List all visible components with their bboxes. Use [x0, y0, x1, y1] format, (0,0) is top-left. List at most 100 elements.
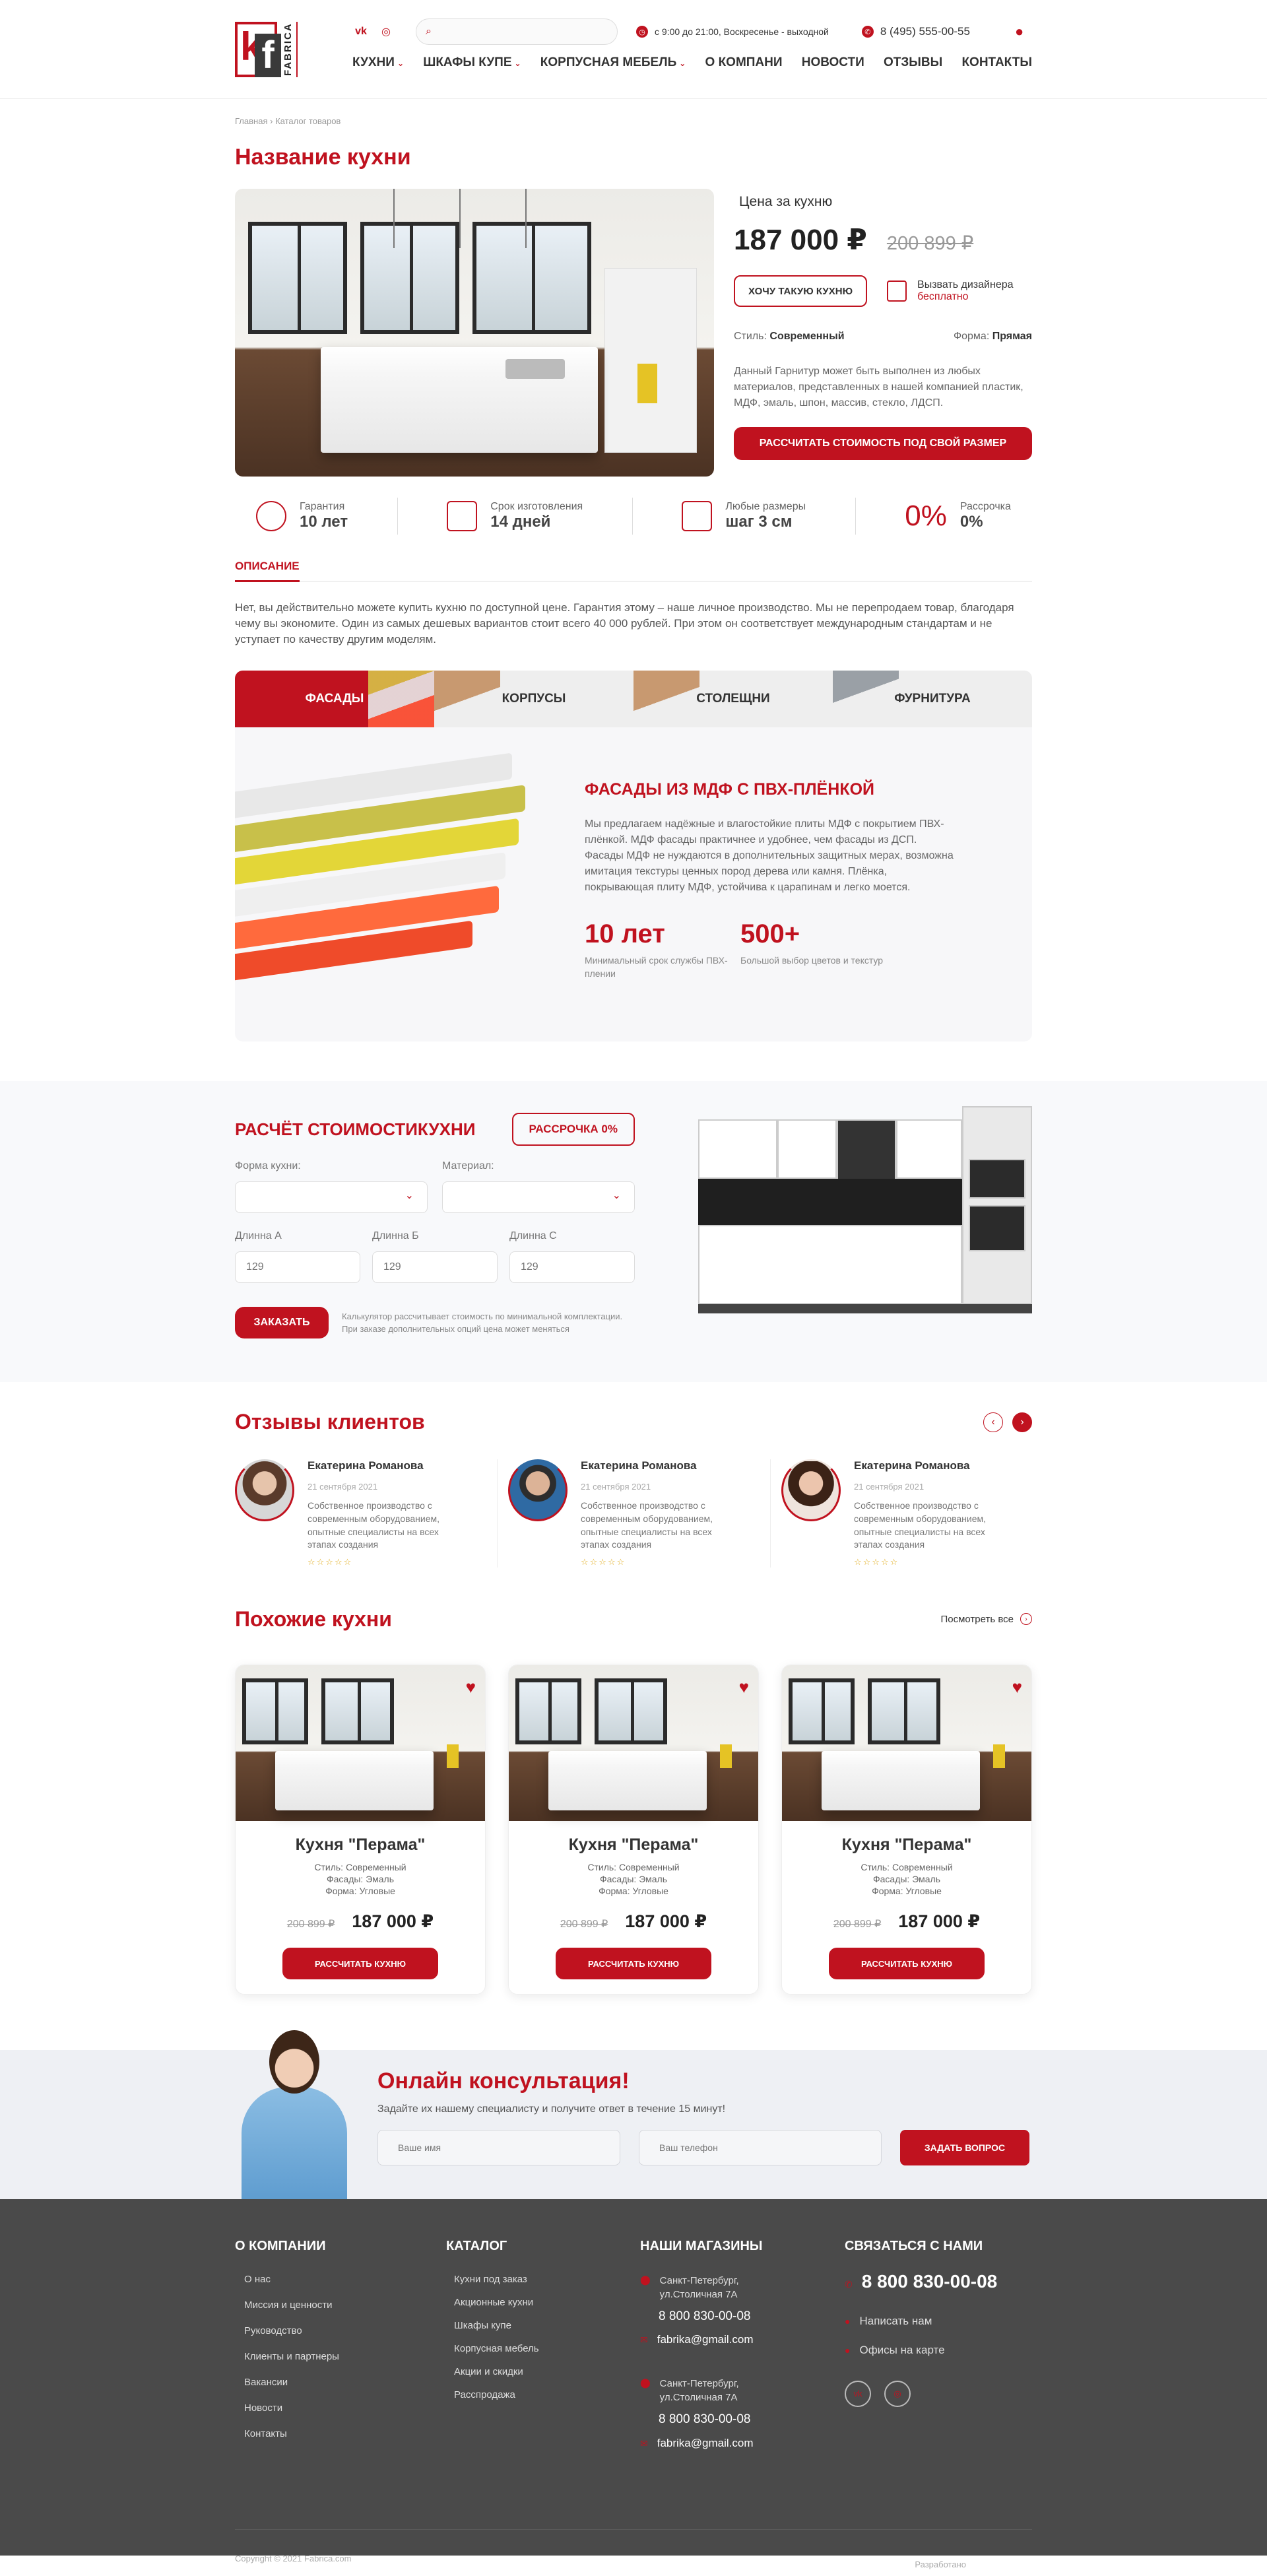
calc-kitchen-button[interactable]: РАССЧИТАТЬ КУХНЮ — [829, 1948, 985, 1980]
product-card[interactable]: ♥ Кухня "Перама" Стиль: Современный Фаса… — [781, 1664, 1032, 1995]
footer-link[interactable]: О нас — [244, 2274, 446, 2285]
instagram-icon[interactable]: ◎ — [884, 2380, 911, 2407]
contact-phone[interactable]: ✆ 8 800 830-00-08 — [845, 2271, 1032, 2292]
installment-badge[interactable]: РАССРОЧКА 0% — [511, 1113, 635, 1146]
footer-heading: НАШИ МАГАЗИНЫ — [640, 2238, 763, 2253]
store-email-text: fabrika@gmail.com — [657, 2436, 754, 2449]
nav-contacts[interactable]: КОНТАКТЫ — [961, 55, 1032, 70]
offices-map-link[interactable]: ● Офисы на карте — [845, 2344, 1032, 2357]
card-facades: Фасады: Эмаль — [326, 1873, 394, 1884]
tab-label: КОРПУСЫ — [502, 692, 566, 706]
footer-link[interactable]: Расспродажа — [454, 2389, 640, 2400]
review-body: Екатерина Романова 21 сентября 2021 Собс… — [308, 1459, 459, 1567]
write-us-link[interactable]: ● Написать нам — [845, 2315, 1032, 2328]
star-rating: ☆☆☆☆☆ — [308, 1556, 353, 1567]
footer-link[interactable]: Вакансии — [244, 2377, 446, 2388]
footer-link[interactable]: Миссия и ценности — [244, 2299, 446, 2311]
footer-link[interactable]: Клиенты и партнеры — [244, 2351, 446, 2362]
review-text: Собственное производство с современным о… — [581, 1500, 713, 1550]
footer-link[interactable]: Корпусная мебель — [454, 2343, 640, 2354]
footer-link[interactable]: Акции и скидки — [454, 2366, 640, 2377]
card-specs: Стиль: Современный Фасады: Эмаль Форма: … — [509, 1861, 758, 1898]
prev-arrow-icon[interactable]: ‹ — [983, 1412, 1003, 1432]
length-c-input[interactable] — [509, 1251, 635, 1284]
developer-credit[interactable]: Разработано kruw — [915, 2554, 1032, 2576]
product-card[interactable]: ♥ Кухня "Перама" Стиль: Современный Фаса… — [235, 1664, 486, 1995]
nav-reviews[interactable]: ОТЗЫВЫ — [884, 55, 942, 70]
feature-label: Любые размеры — [725, 501, 806, 512]
phone-input[interactable] — [639, 2129, 882, 2165]
footer-catalog: КАТАЛОГ Кухни под заказ Акционные кухни … — [446, 2239, 640, 2454]
window-shape — [321, 1678, 394, 1744]
nav-kitchens[interactable]: КУХНИ ⌄ — [352, 55, 404, 70]
next-arrow-icon[interactable]: › — [1012, 1412, 1032, 1432]
shape-select[interactable] — [235, 1181, 428, 1214]
product-info: Цена за кухню 187 000 ₽ 200 899 ₽ ХОЧУ Т… — [734, 189, 1032, 477]
store-phone[interactable]: 8 800 830-00-08 — [659, 2411, 845, 2429]
ask-question-button[interactable]: ЗАДАТЬ ВОПРОС — [900, 2129, 1029, 2165]
length-b-input[interactable] — [372, 1251, 498, 1284]
heart-icon[interactable]: ♥ — [1012, 1677, 1022, 1698]
nav-wardrobes[interactable]: ШКАФЫ КУПЕ ⌄ — [423, 55, 521, 70]
cart-icon[interactable]: ● — [1015, 23, 1032, 40]
tab-facades[interactable]: ФАСАДЫ — [235, 671, 434, 728]
consultation-subtitle: Задайте их нашему специалисту и получите… — [377, 2103, 726, 2115]
logo[interactable]: kf FABRICA — [235, 20, 321, 79]
towel-shape — [447, 1744, 459, 1768]
nav-about[interactable]: О КОМПАНИ — [705, 55, 783, 70]
want-kitchen-button[interactable]: ХОЧУ ТАКУЮ КУХНЮ — [734, 275, 868, 307]
footer-link[interactable]: Новости — [244, 2402, 446, 2414]
name-input[interactable] — [377, 2129, 620, 2165]
nav-cabinet-furniture[interactable]: КОРПУСНАЯ МЕБЕЛЬ ⌄ — [540, 55, 686, 70]
microwave-shape — [969, 1159, 1025, 1199]
location-pin-icon: ⬤ — [640, 2377, 651, 2389]
tab-label: ОПИСАНИЕ — [235, 560, 300, 582]
store-email[interactable]: ✉ fabrika@gmail.com — [640, 2435, 845, 2451]
header-phone[interactable]: ✆ 8 (495) 555-00-55 — [861, 25, 970, 38]
footer-link[interactable]: Контакты — [244, 2428, 446, 2439]
tab-carcasses[interactable]: КОРПУСЫ — [434, 671, 634, 728]
tab-hardware[interactable]: ФУРНИТУРА — [833, 671, 1032, 728]
review-author: Екатерина Романова — [854, 1459, 970, 1472]
search-box[interactable]: ⌕ — [416, 18, 618, 45]
consultation-section: Онлайн консультация! Задайте их нашему с… — [0, 2030, 1267, 2199]
call-designer-link[interactable]: Вызвать дизайнера бесплатно — [887, 279, 1014, 302]
instagram-icon[interactable]: ◎ — [377, 23, 395, 40]
reviews-header: Отзывы клиентов ‹ › — [235, 1410, 1032, 1434]
footer-link[interactable]: Шкафы купе — [454, 2320, 640, 2331]
heart-icon[interactable]: ♥ — [739, 1677, 749, 1698]
product-image[interactable] — [235, 189, 714, 477]
store-email[interactable]: ✉ fabrika@gmail.com — [640, 2332, 845, 2348]
breadcrumb-catalog[interactable]: Каталог товаров — [275, 116, 341, 126]
calculator-note: Калькулятор рассчитывает стоимость по ми… — [342, 1311, 623, 1335]
footer-link[interactable]: Акционные кухни — [454, 2297, 640, 2308]
chevron-down-icon: ⌄ — [679, 59, 686, 68]
heart-icon[interactable]: ♥ — [466, 1677, 476, 1698]
shape-label: Форма кухни: — [235, 1160, 301, 1172]
breadcrumb-home[interactable]: Главная — [235, 116, 267, 126]
review-text: Собственное производство с современным о… — [308, 1500, 440, 1550]
feature-value: 14 дней — [490, 513, 551, 531]
consultant-head-shape — [269, 2030, 319, 2094]
footer-link[interactable]: Кухни под заказ — [454, 2274, 640, 2285]
vk-icon[interactable]: vk — [352, 23, 370, 40]
base-cabinets-shape — [698, 1225, 962, 1305]
product-card[interactable]: ♥ Кухня "Перама" Стиль: Современный Фаса… — [508, 1664, 759, 1995]
card-specs: Стиль: Современный Фасады: Эмаль Форма: … — [236, 1861, 485, 1898]
footer-catalog-links: Кухни под заказ Акционные кухни Шкафы ку… — [446, 2274, 640, 2400]
material-select[interactable] — [442, 1181, 635, 1214]
calc-kitchen-button[interactable]: РАССЧИТАТЬ КУХНЮ — [282, 1948, 438, 1980]
search-input[interactable] — [436, 22, 608, 42]
vk-icon[interactable]: vk — [845, 2380, 871, 2407]
calc-kitchen-button[interactable]: РАССЧИТАТЬ КУХНЮ — [556, 1948, 711, 1980]
tab-countertops[interactable]: СТОЛЕЩНИ — [634, 671, 833, 728]
see-all-link[interactable]: Посмотреть все › — [940, 1613, 1032, 1626]
calc-size-button[interactable]: РАССЧИТАТЬ СТОИМОСТЬ ПОД СВОЙ РАЗМЕР — [734, 427, 1032, 460]
order-button[interactable]: ЗАКАЗАТЬ — [235, 1307, 329, 1339]
designer-line1: Вызвать дизайнера — [917, 279, 1014, 291]
nav-news[interactable]: НОВОСТИ — [802, 55, 864, 70]
store-phone[interactable]: 8 800 830-00-08 — [659, 2308, 845, 2326]
tab-description[interactable]: ОПИСАНИЕ — [235, 560, 1032, 582]
footer-link[interactable]: Руководство — [244, 2325, 446, 2336]
length-a-input[interactable] — [235, 1251, 360, 1284]
